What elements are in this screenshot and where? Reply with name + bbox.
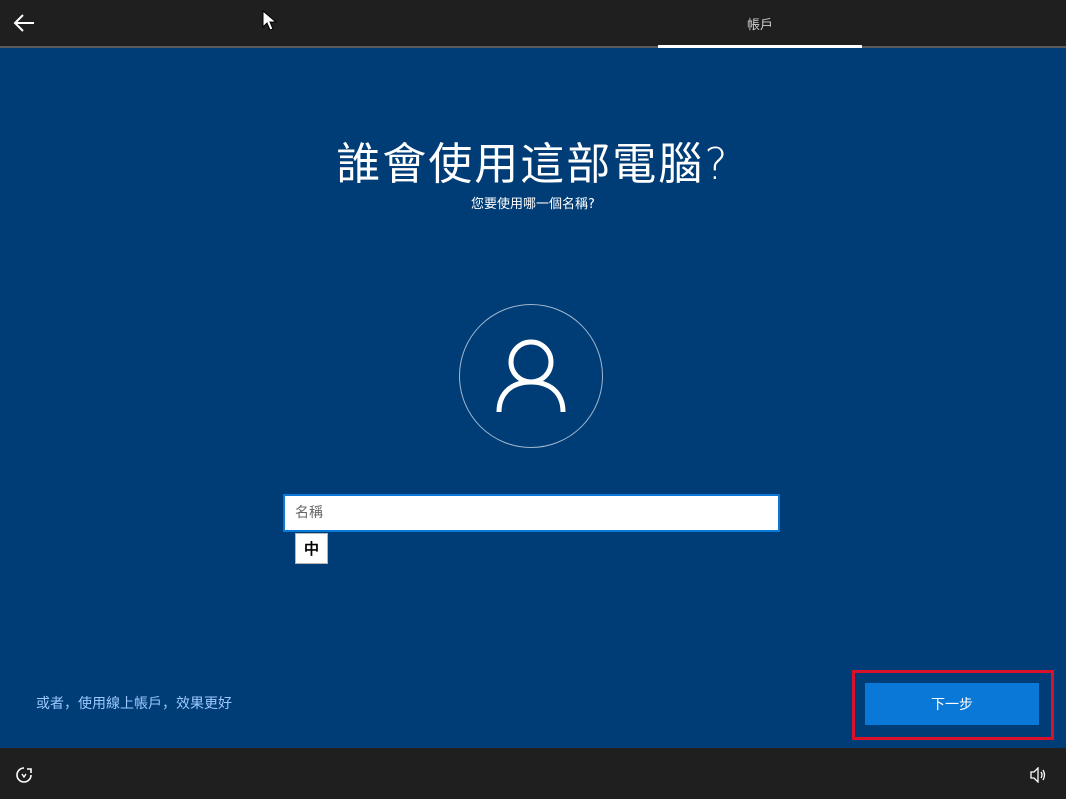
bottom-bar	[0, 748, 1066, 799]
next-button[interactable]: 下一步	[865, 683, 1039, 725]
accessibility-button[interactable]	[12, 763, 36, 787]
oobe-screen: 帳戶 誰會使用這部電腦? 您要使用哪一個名稱? 中 或者，使用線上帳戶，效果更好…	[0, 0, 1066, 799]
ease-of-access-icon	[16, 767, 32, 783]
arrow-left-icon	[13, 14, 34, 32]
name-field[interactable]	[283, 494, 780, 532]
mouse-pointer-icon	[262, 10, 278, 31]
page-title: 誰會使用這部電腦?	[336, 139, 730, 190]
online-account-link[interactable]: 或者，使用線上帳戶，效果更好	[36, 693, 232, 713]
page-subtitle: 您要使用哪一個名稱?	[471, 197, 595, 212]
tab-account[interactable]: 帳戶	[658, 0, 862, 46]
name-input[interactable]	[285, 496, 778, 530]
ime-mode-indicator[interactable]: 中	[295, 533, 328, 564]
user-icon	[496, 339, 566, 413]
main-panel: 誰會使用這部電腦? 您要使用哪一個名稱? 中 或者，使用線上帳戶，效果更好 下一…	[0, 48, 1066, 748]
back-button[interactable]	[6, 6, 42, 40]
tab-account-label: 帳戶	[746, 17, 773, 33]
avatar	[459, 304, 603, 448]
volume-button[interactable]	[1026, 763, 1050, 787]
top-bar: 帳戶	[0, 0, 1066, 48]
volume-icon	[1030, 767, 1046, 783]
